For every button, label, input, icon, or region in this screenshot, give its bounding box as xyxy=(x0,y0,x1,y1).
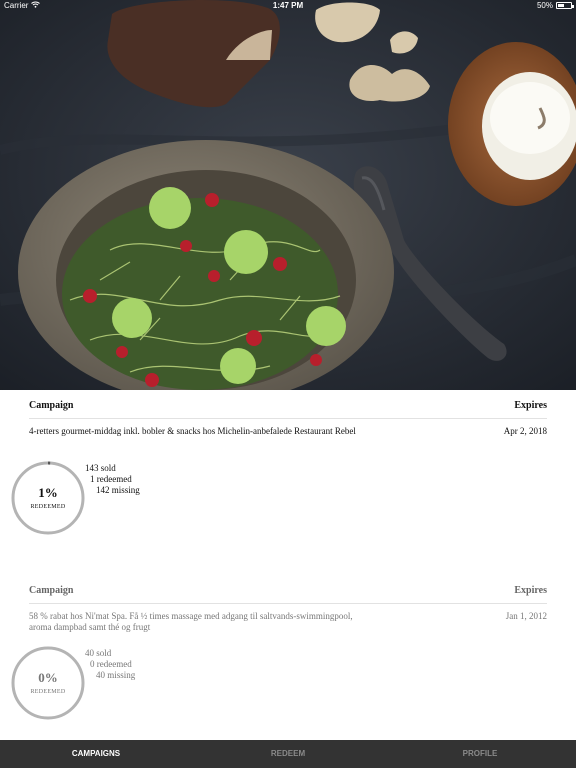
campaign-header: Campaign Expires xyxy=(29,400,547,418)
redeemed-count: 0 redeemed xyxy=(90,659,132,669)
redeemed-progress-ring: 0% REDEEMED xyxy=(11,646,85,720)
redeemed-label: REDEEMED xyxy=(30,504,66,510)
divider xyxy=(29,418,547,419)
tab-profile[interactable]: PROFILE xyxy=(384,740,576,768)
campaign-card[interactable]: Campaign Expires 4-retters gourmet-midda… xyxy=(0,390,576,575)
clock: 1:47 PM xyxy=(272,1,304,10)
expiry-date: Apr 2, 2018 xyxy=(503,426,547,436)
campaign-description: 4-retters gourmet-middag inkl. bobler & … xyxy=(29,426,356,436)
redeemed-label: REDEEMED xyxy=(30,689,66,695)
expires-column-label: Expires xyxy=(514,585,547,596)
tab-bar: CAMPAIGNS REDEEM PROFILE xyxy=(0,740,576,768)
status-bar: Carrier 1:47 PM 50% xyxy=(0,0,576,12)
campaign-header: Campaign Expires xyxy=(29,585,547,603)
divider xyxy=(29,603,547,604)
expiry-date: Jan 1, 2012 xyxy=(505,611,547,621)
battery-percent: 50% xyxy=(536,1,553,10)
missing-count: 40 missing xyxy=(96,670,136,680)
sold-count: 143 sold xyxy=(85,463,116,473)
redeemed-count: 1 redeemed xyxy=(90,474,132,484)
campaign-column-label: Campaign xyxy=(29,585,74,596)
hero-food-photo xyxy=(0,0,576,390)
campaign-description: 58 % rabat hos Ni'mat Spa. Få ½ times ma… xyxy=(29,611,353,632)
battery-icon xyxy=(556,2,574,9)
tab-campaigns[interactable]: CAMPAIGNS xyxy=(0,740,192,768)
redeemed-percent: 1% xyxy=(38,485,58,500)
redeemed-percent: 0% xyxy=(38,670,58,685)
missing-count: 142 missing xyxy=(96,485,140,495)
campaign-column-label: Campaign xyxy=(29,400,74,411)
expires-column-label: Expires xyxy=(514,400,547,411)
sold-count: 40 sold xyxy=(85,648,112,658)
tab-redeem[interactable]: REDEEM xyxy=(192,740,384,768)
redeemed-progress-ring: 1% REDEEMED xyxy=(11,461,85,535)
campaign-card[interactable]: Campaign Expires 58 % rabat hos Ni'mat S… xyxy=(0,575,576,760)
